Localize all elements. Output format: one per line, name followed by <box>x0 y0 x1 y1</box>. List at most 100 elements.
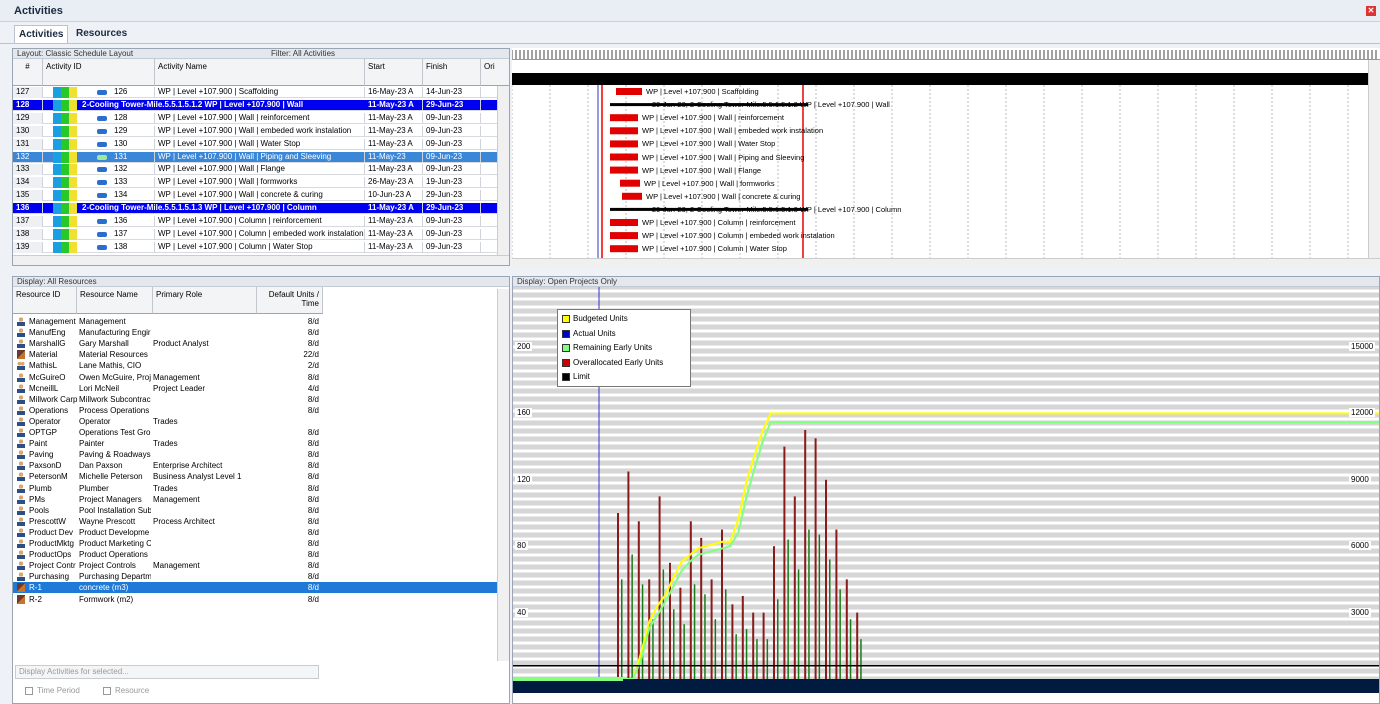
resource-row[interactable]: Paving Paving & Roadways 8/d <box>13 449 497 460</box>
col-header-resource-name[interactable]: Resource Name <box>77 287 153 314</box>
row-number: 135 <box>13 190 43 202</box>
resource-row[interactable]: Product Dev Product Developme 8/d <box>13 527 497 538</box>
person-icon <box>17 527 25 537</box>
display-activities-button[interactable]: Display Activities for selected... <box>15 665 319 679</box>
resource-row[interactable]: PetersonM Michelle Peterson Business Analy… <box>13 471 497 482</box>
resource-vertical-scrollbar[interactable] <box>497 289 509 661</box>
resource-default-units: 8/d <box>307 527 319 537</box>
right-axis-tick: 12000 <box>1349 408 1376 418</box>
activity-row[interactable]: 139 138 WP | Level +107.900 | Column | Wat… <box>13 241 509 253</box>
activity-row[interactable]: 135 134 WP | Level +107.900 | Wall | concr… <box>13 190 509 202</box>
wbs-color-stripe <box>53 99 61 111</box>
wbs-color-stripe <box>69 203 77 215</box>
col-header-finish[interactable]: Finish <box>423 59 481 86</box>
resource-checkbox[interactable] <box>103 687 111 695</box>
activity-start: 26-May-23 A <box>365 177 423 189</box>
resource-row[interactable]: ProductMktg Product Marketing C 8/d <box>13 538 497 549</box>
activity-row[interactable]: 129 128 WP | Level +107.900 | Wall | reinf… <box>13 112 509 124</box>
col-header-start[interactable]: Start <box>365 59 423 86</box>
activity-name: WP | Level +107.900 | Column | embeded w… <box>155 228 365 240</box>
resource-row[interactable]: Operator Operator Trades <box>13 416 497 427</box>
resource-id: Paving <box>29 450 54 460</box>
activity-row[interactable]: 132 131 WP | Level +107.900 | Wall | Pipin… <box>13 151 509 163</box>
col-header-default-units[interactable]: Default Units / Time <box>257 287 323 314</box>
resource-display-label[interactable]: Display: All Resources <box>17 277 97 286</box>
resource-row[interactable]: Purchasing Purchasing Departm 8/d <box>13 571 497 582</box>
resource-row[interactable]: PMs Project Managers Management 8/d <box>13 494 497 505</box>
resource-default-units: 8/d <box>307 472 319 482</box>
gantt-bar-label: 29-Jun-23, 2-Cooling Tower-Mile.5.5.1.5.… <box>652 100 890 110</box>
resource-name: Michelle Peterson <box>79 472 143 482</box>
wbs-color-stripe <box>53 203 61 215</box>
resource-name: Owen McGuire, Proj <box>79 372 151 382</box>
resource-row[interactable]: R-2 Formwork (m2) 8/d <box>13 594 497 605</box>
gantt-bar-label: WP | Level +107.900 | Wall | reinforceme… <box>642 113 784 123</box>
person-icon <box>17 561 25 571</box>
resource-row[interactable]: Management Management 8/d <box>13 316 497 327</box>
resource-row[interactable]: Plumb Plumber Trades 8/d <box>13 483 497 494</box>
activity-horizontal-scrollbar[interactable] <box>13 255 509 265</box>
close-icon[interactable]: ✕ <box>1366 6 1376 16</box>
resource-row[interactable]: MarshallG Gary Marshall Product Analyst 8/d <box>13 338 497 349</box>
activity-finish: 09-Jun-23 <box>423 125 481 137</box>
resource-row[interactable]: Paint Painter Trades 8/d <box>13 438 497 449</box>
material-resource-icon <box>17 350 25 360</box>
col-header-num[interactable]: # <box>13 59 43 86</box>
gantt-horizontal-scrollbar[interactable] <box>512 258 1380 268</box>
person-icon <box>17 539 25 548</box>
col-header-primary-role[interactable]: Primary Role <box>153 287 257 314</box>
person-icon <box>17 472 25 482</box>
legend-label: Actual Units <box>573 328 616 338</box>
activity-name: WP | Level +107.900 | Wall | Water Stop <box>155 138 365 150</box>
resource-row[interactable]: MathisL Lane Mathis, CIO 2/d <box>13 360 497 371</box>
resource-name: Plumber <box>79 483 109 493</box>
resource-row[interactable]: Pools Pool Installation Sub 8/d <box>13 505 497 516</box>
activity-name: WP | Level +107.900 | Column | Water Sto… <box>155 241 365 253</box>
resource-row[interactable]: McGuireO Owen McGuire, Proj Management 8/d <box>13 372 497 383</box>
chart-display-label[interactable]: Display: Open Projects Only <box>517 277 617 286</box>
overallocated-bar <box>689 521 692 679</box>
activity-row[interactable]: 130 129 WP | Level +107.900 | Wall | embed… <box>13 125 509 137</box>
resource-row[interactable]: Operations Process Operations 8/d <box>13 405 497 416</box>
time-period-checkbox[interactable] <box>25 687 33 695</box>
person-icon <box>17 505 25 515</box>
tab-resources[interactable]: Resources <box>72 25 131 43</box>
activity-row[interactable]: 131 130 WP | Level +107.900 | Wall | Water… <box>13 138 509 150</box>
wbs-band-row[interactable]: 136 2-Cooling Tower-Mile.5.5.1.5.1.3 WP |… <box>13 203 509 215</box>
layout-label[interactable]: Layout: Classic Schedule Layout <box>17 49 133 58</box>
resource-id: MarshallG <box>29 339 66 349</box>
tab-activities[interactable]: Activities <box>14 25 69 43</box>
activity-bar-icon <box>97 231 107 237</box>
resource-row[interactable]: ManufEng Manufacturing Engir 8/d <box>13 327 497 338</box>
resource-row[interactable]: Project Contr Project Controls Management 8… <box>13 560 497 571</box>
resource-row[interactable]: OPTGP Operations Test Gro 8/d <box>13 427 497 438</box>
resource-row[interactable]: R-1 concrete (m3) 8/d <box>13 582 497 594</box>
activity-row[interactable]: 138 137 WP | Level +107.900 | Column | emb… <box>13 228 509 240</box>
wbs-color-stripe <box>53 87 61 98</box>
resource-row[interactable]: PaxsonD Dan Paxson Enterprise Architect 8/d <box>13 460 497 471</box>
activity-vertical-scrollbar[interactable] <box>497 86 509 256</box>
col-header-orig[interactable]: Ori <box>481 59 509 86</box>
activity-name: WP | Level +107.900 | Wall | embeded wor… <box>155 125 365 137</box>
activity-finish: 29-Jun-23 <box>423 99 481 111</box>
gantt-bar-label: WP | Level +107.900 | Column | embeded w… <box>642 231 835 241</box>
col-header-activity-name[interactable]: Activity Name <box>155 59 365 86</box>
resource-name: Lori McNeil <box>79 383 120 393</box>
activity-row[interactable]: 127 126 WP | Level +107.900 | Scaffolding 1… <box>13 87 509 98</box>
col-header-resource-id[interactable]: Resource ID <box>13 287 77 314</box>
activity-row[interactable]: 137 136 WP | Level +107.900 | Column | rei… <box>13 216 509 227</box>
activity-row[interactable]: 133 132 WP | Level +107.900 | Wall | Flang… <box>13 164 509 176</box>
filter-label[interactable]: Filter: All Activities <box>271 49 335 58</box>
wbs-band-row[interactable]: 128 2-Cooling Tower-Mile.5.5.1.5.1.2 WP |… <box>13 99 509 111</box>
row-number: 131 <box>13 138 43 150</box>
resource-row[interactable]: Millwork Carp Millwork Subcontrac 8/d <box>13 394 497 405</box>
resource-name: Operator <box>79 416 111 426</box>
activity-row[interactable]: 134 133 WP | Level +107.900 | Wall | formw… <box>13 177 509 189</box>
resource-row[interactable]: McneillL Lori McNeil Project Leader 4/d <box>13 383 497 394</box>
gantt-vertical-scrollbar[interactable] <box>1368 60 1380 260</box>
col-header-activity-id[interactable]: Activity ID <box>43 59 155 86</box>
resource-row[interactable]: ProductOps Product Operations 8/d <box>13 549 497 560</box>
resource-name: Purchasing Departm <box>79 572 151 582</box>
resource-row[interactable]: Material Material Resources 22/d <box>13 349 497 360</box>
resource-row[interactable]: PrescottW Wayne Prescott Process Architect… <box>13 516 497 527</box>
